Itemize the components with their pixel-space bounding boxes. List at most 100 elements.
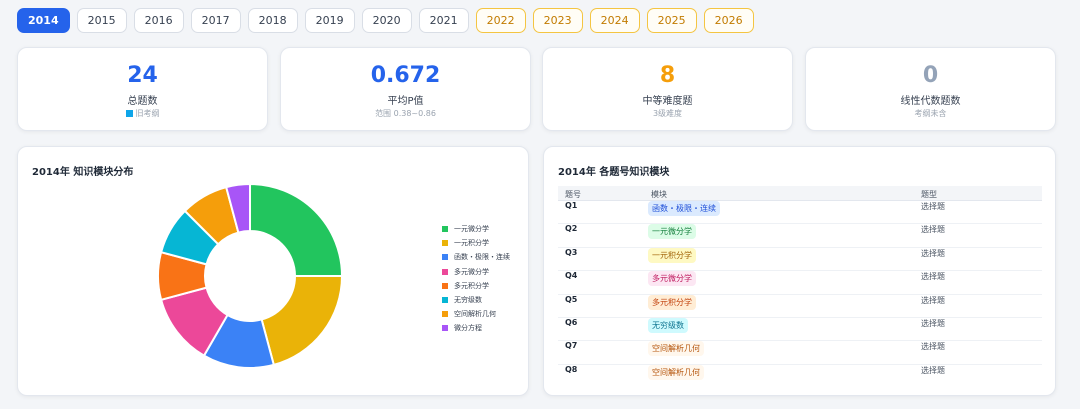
- stat-value: 24: [127, 63, 158, 88]
- stat-card: 8 中等难度题 3级难度: [542, 47, 793, 131]
- module-tag: 空间解析几何: [648, 364, 704, 380]
- stat-sub: 范围 0.38~0.86: [281, 108, 530, 119]
- year-button-2026[interactable]: 2026: [703, 8, 754, 33]
- stat-sub: 考纲未含: [806, 108, 1055, 119]
- legend-item[interactable]: 无穷级数: [442, 293, 510, 307]
- module-tag: 函数・极限・连续: [648, 201, 720, 216]
- question-type: 选择题: [921, 272, 945, 282]
- module-tag: 无穷级数: [648, 317, 688, 333]
- stat-sub: 旧考纲: [18, 108, 267, 119]
- question-number: Q2: [565, 224, 578, 234]
- legend-item[interactable]: 多元积分学: [442, 279, 510, 293]
- header-module: 模块: [651, 190, 667, 199]
- legend-label: 多元微分学: [454, 267, 489, 276]
- stat-sub-text: 3级难度: [652, 109, 683, 118]
- year-button-2014[interactable]: 2014: [17, 8, 70, 33]
- question-type: 选择题: [921, 225, 945, 235]
- stat-card: 0 线性代数题数 考纲未含: [805, 47, 1056, 131]
- module-tag: 多元微分学: [648, 271, 696, 287]
- table-row[interactable]: Q5 多元积分学 选择题: [558, 294, 1042, 318]
- table-panel: 2014年 各题号知识模块 题号 模块 题型 Q1 函数・极限・连续 选择题 Q2 一元…: [543, 146, 1056, 396]
- module-table: 题号 模块 题型 Q1 函数・极限・连续 选择题 Q2 一元微分学 选择题 Q3 一元积分学选…: [558, 186, 1042, 382]
- legend-label: 函数・极限・连续: [454, 253, 510, 262]
- year-button-2020[interactable]: 2020: [361, 8, 412, 33]
- year-button-2016[interactable]: 2016: [133, 8, 184, 33]
- year-button-2015[interactable]: 2015: [76, 8, 127, 33]
- stat-value: 0.672: [370, 63, 441, 88]
- year-selector: 2014 2015 2016 2017 2018 2019 2020 2021 2022 2023…: [17, 8, 754, 33]
- question-number: Q4: [565, 271, 578, 281]
- legend-swatch: [442, 282, 448, 289]
- module-tag: 一元积分学: [648, 247, 696, 263]
- question-number: Q8: [565, 364, 578, 374]
- question-type: 选择题: [921, 318, 945, 328]
- stat-label: 线性代数题数: [900, 96, 961, 107]
- question-type: 选择题: [921, 342, 945, 352]
- legend-label: 多元积分学: [454, 281, 489, 290]
- module-tag: 一元微分学: [648, 224, 696, 240]
- question-number: Q1: [565, 201, 578, 210]
- module-tag: 空间解析几何: [648, 341, 704, 357]
- question-number: Q6: [565, 317, 578, 327]
- legend-swatch: [442, 254, 448, 261]
- module-tag: 多元积分学: [648, 294, 696, 310]
- stat-label: 平均P值: [387, 96, 424, 107]
- question-type: 选择题: [921, 248, 945, 258]
- chart-panel: 2014年 知识模块分布 一元微分学 一元积分学 函数・极限・连续 多元微分学 多元积分…: [17, 146, 529, 396]
- legend-item[interactable]: 一元微分学: [442, 222, 510, 236]
- year-button-2022[interactable]: 2022: [475, 8, 526, 33]
- table-row[interactable]: Q2 一元微分学 选择题: [558, 224, 1042, 248]
- legend-item[interactable]: 多元微分学: [442, 265, 510, 279]
- header-type: 题型: [921, 190, 937, 199]
- legend-swatch: [442, 268, 448, 275]
- year-button-2024[interactable]: 2024: [589, 8, 640, 33]
- year-button-2025[interactable]: 2025: [646, 8, 697, 33]
- legend-swatch: [442, 311, 448, 318]
- question-number: Q3: [565, 247, 578, 257]
- stat-value: 0: [922, 63, 939, 88]
- donut-slice[interactable]: [260, 275, 344, 367]
- stat-label: 总题数: [127, 96, 158, 107]
- legend-item[interactable]: 一元积分学: [442, 236, 510, 250]
- question-type: 选择题: [921, 202, 945, 211]
- header-question: 题号: [565, 190, 581, 199]
- year-button-2019[interactable]: 2019: [304, 8, 355, 33]
- legend-item[interactable]: 函数・极限・连续: [442, 250, 510, 264]
- legend-label: 一元积分学: [454, 239, 489, 248]
- stat-card: 0.672 平均P值范围 0.38~0.86: [280, 47, 531, 131]
- legend-item[interactable]: 微分方程: [442, 321, 510, 335]
- legend-swatch: [442, 325, 448, 332]
- legend-item[interactable]: 空间解析几何: [442, 307, 510, 321]
- year-button-2018[interactable]: 2018: [247, 8, 298, 33]
- year-button-2021[interactable]: 2021: [418, 8, 469, 33]
- legend-label: 空间解析几何: [454, 310, 496, 319]
- table-row[interactable]: Q3 一元积分学 选择题: [558, 247, 1042, 272]
- square-icon: [125, 110, 133, 117]
- question-type: 选择题: [921, 365, 945, 375]
- legend-swatch: [442, 226, 448, 233]
- table-row[interactable]: Q8 空间解析几何 选择题: [558, 364, 1042, 382]
- table-row[interactable]: Q6 无穷级数 选择题: [558, 317, 1042, 342]
- donut-slice[interactable]: [249, 182, 344, 277]
- question-type: 选择题: [921, 295, 945, 305]
- table-panel-title: 2014年 各题号知识模块: [558, 167, 670, 178]
- legend-label: 无穷级数: [454, 296, 482, 305]
- stat-sub: 3级难度: [543, 108, 792, 119]
- legend-label: 一元微分学: [454, 225, 489, 234]
- stat-card: 24 总题数旧考纲: [17, 47, 268, 131]
- year-button-2017[interactable]: 2017: [190, 8, 241, 33]
- legend-swatch: [442, 297, 448, 304]
- question-number: Q7: [565, 341, 578, 351]
- table-row[interactable]: Q1 函数・极限・连续 选择题: [558, 201, 1042, 225]
- stat-value: 8: [659, 63, 676, 88]
- year-button-2023[interactable]: 2023: [532, 8, 583, 33]
- stat-sub-text: 范围 0.38~0.86: [375, 109, 436, 118]
- table-row[interactable]: Q7 空间解析几何 选择题: [558, 341, 1042, 365]
- stat-sub-text: 旧考纲: [135, 109, 160, 118]
- question-number: Q5: [565, 294, 578, 304]
- legend-swatch: [442, 240, 448, 247]
- legend-label: 微分方程: [454, 324, 482, 333]
- chart-legend: 一元微分学一元积分学函数・极限・连续 多元微分学多元积分学无穷级数空间解析几何 微分…: [442, 222, 510, 336]
- stat-sub-text: 考纲未含: [914, 109, 947, 118]
- table-row[interactable]: Q4 多元微分学 选择题: [558, 271, 1042, 295]
